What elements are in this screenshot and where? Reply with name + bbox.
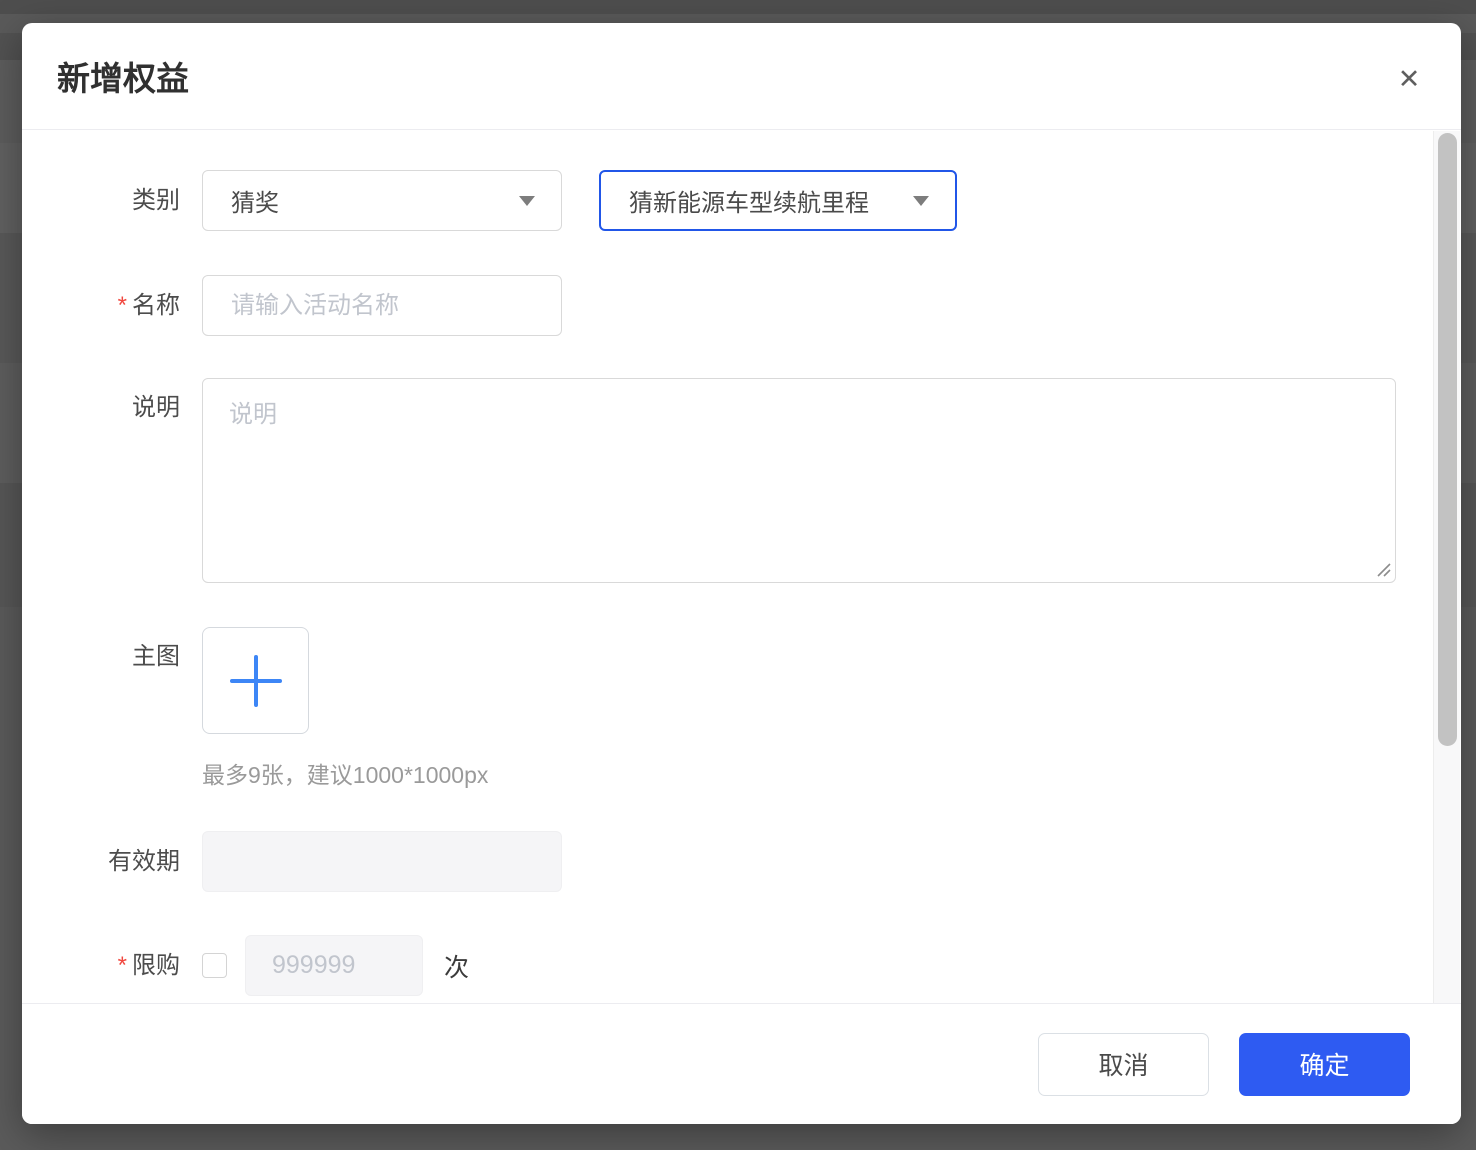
select-value: 猜新能源车型续航里程 xyxy=(629,183,869,218)
purchase-limit-label: * 限购 xyxy=(22,950,180,981)
required-asterisk: * xyxy=(118,950,127,981)
add-benefit-modal: 新增权益 ✕ 类别 猜奖 猜新能源车型续航里程 xyxy=(22,23,1461,1124)
modal-scrollbar[interactable] xyxy=(1433,131,1460,1003)
select-value: 猜奖 xyxy=(231,183,279,218)
modal-body: 类别 猜奖 猜新能源车型续航里程 * 名称 xyxy=(22,131,1461,1003)
chevron-down-icon xyxy=(913,196,929,206)
modal-header: 新增权益 ✕ xyxy=(22,23,1461,130)
purchase-limit-checkbox[interactable] xyxy=(202,953,227,978)
category-subtype-select[interactable]: 猜新能源车型续航里程 xyxy=(599,170,957,231)
required-asterisk: * xyxy=(118,290,127,321)
close-icon: ✕ xyxy=(1398,66,1421,93)
modal-footer: 取消 确定 xyxy=(22,1003,1461,1124)
category-label: 类别 xyxy=(22,185,180,216)
purchase-limit-input xyxy=(245,935,423,996)
modal-title: 新增权益 xyxy=(57,52,189,100)
description-row: 说明 xyxy=(22,378,1461,583)
description-field-wrap xyxy=(202,378,1396,583)
chevron-down-icon xyxy=(519,196,535,206)
confirm-button[interactable]: 确定 xyxy=(1239,1033,1410,1096)
validity-row: 有效期 xyxy=(22,831,1461,892)
description-label: 说明 xyxy=(22,378,180,423)
image-upload-button[interactable] xyxy=(202,627,309,734)
upload-hint: 最多9张，建议1000*1000px xyxy=(202,756,488,790)
main-image-field: 最多9张，建议1000*1000px xyxy=(202,627,488,790)
name-row: * 名称 xyxy=(22,275,1461,336)
cancel-button[interactable]: 取消 xyxy=(1038,1033,1209,1096)
validity-label: 有效期 xyxy=(22,846,180,877)
purchase-limit-row: * 限购 次 xyxy=(22,935,1461,996)
description-textarea[interactable] xyxy=(202,378,1396,583)
purchase-limit-unit: 次 xyxy=(444,948,469,984)
name-label: * 名称 xyxy=(22,290,180,321)
main-image-label: 主图 xyxy=(22,627,180,672)
resize-handle-icon[interactable] xyxy=(1375,561,1391,577)
scrollbar-thumb[interactable] xyxy=(1438,133,1457,746)
page-overlay: 新增权益 ✕ 类别 猜奖 猜新能源车型续航里程 xyxy=(0,0,1476,1150)
background-row xyxy=(0,0,1476,14)
validity-input xyxy=(202,831,562,892)
category-type-select[interactable]: 猜奖 xyxy=(202,170,562,231)
plus-icon xyxy=(230,655,282,707)
category-row: 类别 猜奖 猜新能源车型续航里程 xyxy=(22,170,1461,231)
close-button[interactable]: ✕ xyxy=(1391,61,1427,97)
main-image-row: 主图 最多9张，建议1000*1000px xyxy=(22,627,1461,790)
activity-name-input[interactable] xyxy=(202,275,562,336)
